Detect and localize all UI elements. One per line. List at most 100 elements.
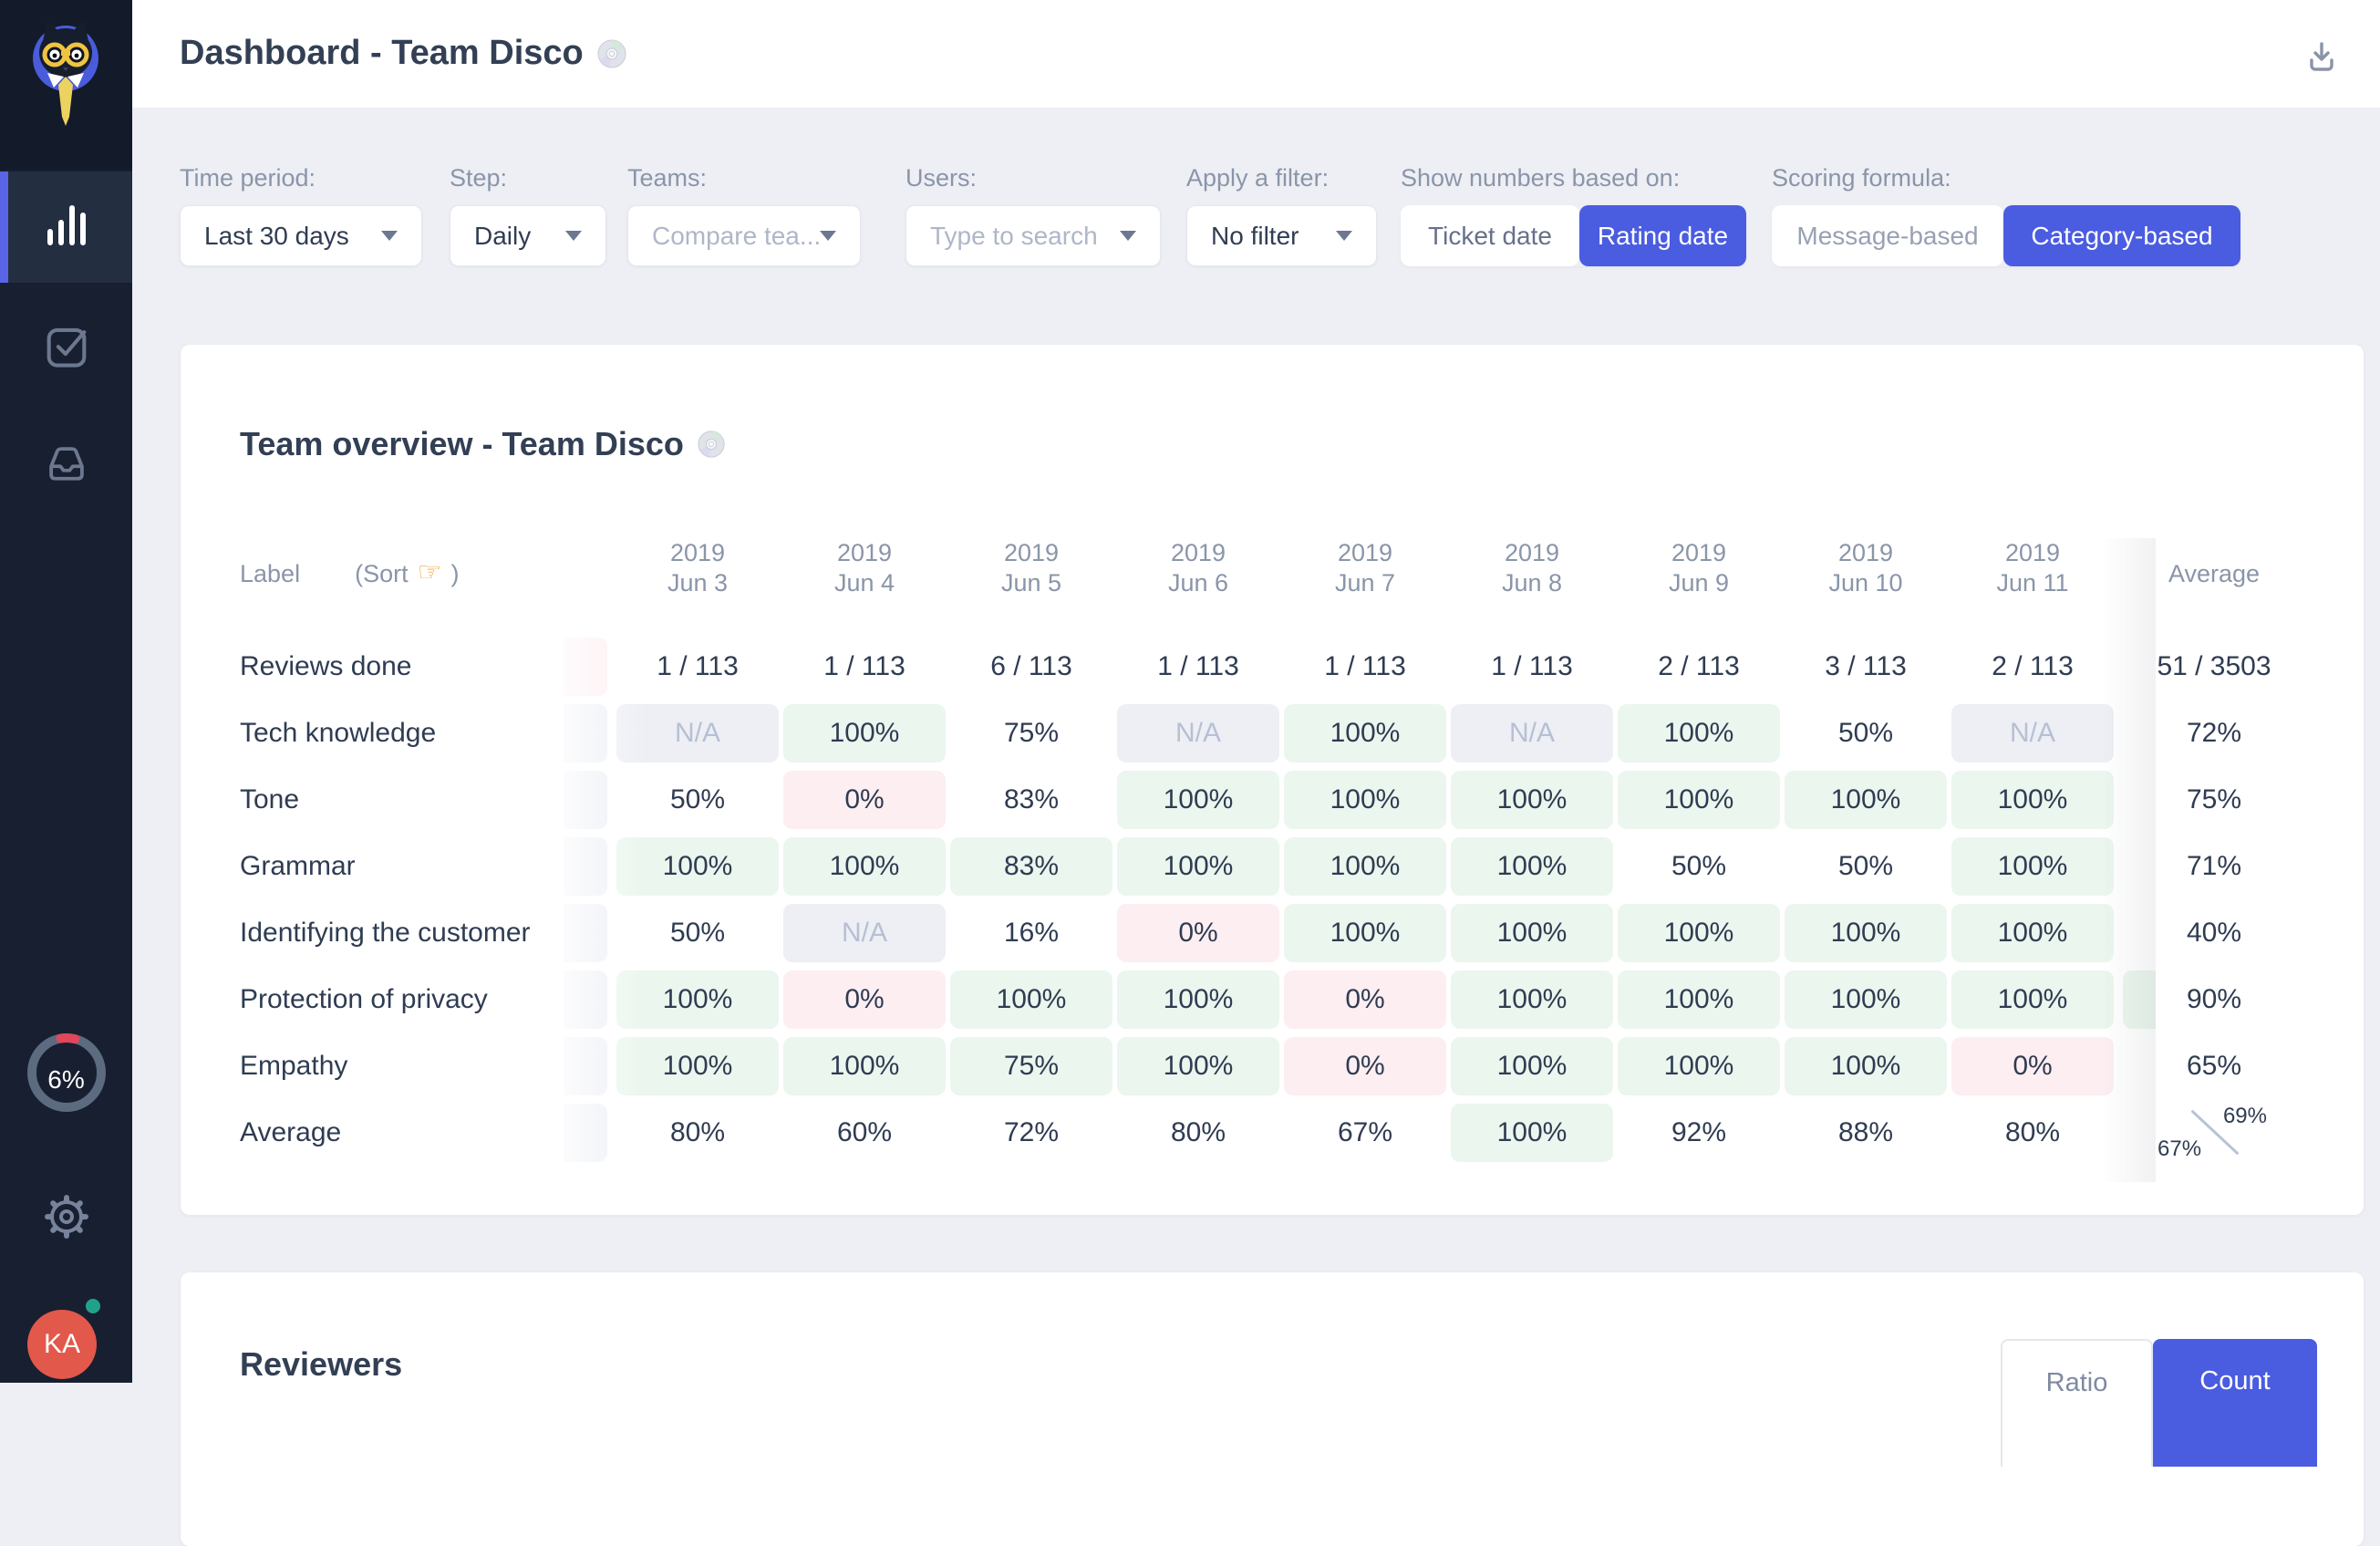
row-label[interactable]: Grammar xyxy=(240,837,356,896)
table-cell[interactable]: 88% xyxy=(1785,1104,1947,1162)
app-logo[interactable] xyxy=(0,0,132,170)
table-cell[interactable]: 100% xyxy=(1284,704,1446,763)
team-overview-card: Team overview - Team Disco 2019Jun 32019… xyxy=(181,345,2364,1215)
table-cell[interactable]: 100% xyxy=(1618,704,1780,763)
table-cell[interactable]: 100% xyxy=(1785,1037,1947,1095)
table-cell[interactable]: 0% xyxy=(1117,904,1279,962)
table-cell[interactable]: 100% xyxy=(1284,904,1446,962)
table-cell[interactable]: 75% xyxy=(950,1037,1112,1095)
row-label[interactable]: Identifying the customer xyxy=(240,904,531,962)
ticket-date-button[interactable]: Ticket date xyxy=(1401,205,1579,266)
row-label[interactable]: Average xyxy=(240,1104,341,1162)
table-cell[interactable]: 100% xyxy=(1284,837,1446,896)
table-cell[interactable]: 0% xyxy=(783,970,946,1029)
date-column-header: 2019Jun 4 xyxy=(783,538,946,598)
table-cell[interactable]: 83% xyxy=(950,837,1112,896)
table-cell[interactable]: 100% xyxy=(1951,904,2114,962)
row-label[interactable]: Protection of privacy xyxy=(240,970,488,1029)
table-cell[interactable]: 100% xyxy=(1451,1104,1613,1162)
table-cell[interactable]: 100% xyxy=(1117,970,1279,1029)
table-cell[interactable]: 100% xyxy=(1117,837,1279,896)
table-cell[interactable]: 100% xyxy=(1451,771,1613,829)
table-cell[interactable]: 75% xyxy=(950,704,1112,763)
table-cell[interactable]: N/A xyxy=(1951,704,2114,763)
count-toggle-button[interactable]: Count xyxy=(2153,1339,2317,1467)
check-square-icon xyxy=(44,323,89,368)
table-cell[interactable]: N/A xyxy=(1117,704,1279,763)
table-cell[interactable]: 1 / 113 xyxy=(1117,638,1279,696)
table-cell[interactable]: 80% xyxy=(1117,1104,1279,1162)
sidebar-item-inbox[interactable] xyxy=(0,440,132,489)
sidebar-item-settings[interactable] xyxy=(0,1191,132,1242)
table-cell[interactable]: 100% xyxy=(1451,904,1613,962)
table-cell[interactable]: 6 / 113 xyxy=(950,638,1112,696)
sort-pointer-icon: ☞ xyxy=(418,560,442,588)
table-cell[interactable]: 50% xyxy=(1785,704,1947,763)
table-cell[interactable]: 100% xyxy=(783,704,946,763)
table-cell[interactable]: 100% xyxy=(1284,771,1446,829)
table-cell[interactable]: 50% xyxy=(1785,837,1947,896)
row-label[interactable]: Reviews done xyxy=(240,638,411,696)
table-cell[interactable]: 0% xyxy=(1951,1037,2114,1095)
rating-date-button[interactable]: Rating date xyxy=(1579,205,1746,266)
table-cell[interactable]: 1 / 113 xyxy=(1451,638,1613,696)
user-avatar[interactable]: KA xyxy=(27,1310,97,1379)
table-cell[interactable]: 100% xyxy=(1951,970,2114,1029)
table-cell[interactable]: 1 / 113 xyxy=(1284,638,1446,696)
table-cell[interactable]: N/A xyxy=(1451,704,1613,763)
users-combobox[interactable] xyxy=(905,205,1161,266)
table-cell[interactable]: 100% xyxy=(1618,1037,1780,1095)
avatar-initials: KA xyxy=(44,1329,80,1360)
table-cell[interactable]: 2 / 113 xyxy=(1951,638,2114,696)
table-cell[interactable]: 50% xyxy=(1618,837,1780,896)
message-based-button[interactable]: Message-based xyxy=(1772,205,2003,266)
row-label[interactable]: Tech knowledge xyxy=(240,704,436,763)
row-label[interactable]: Tone xyxy=(240,771,299,829)
table-cell[interactable]: 1 / 113 xyxy=(783,638,946,696)
table-cell[interactable]: 0% xyxy=(783,771,946,829)
sidebar-item-dashboard[interactable] xyxy=(0,171,132,283)
table-cell[interactable]: 100% xyxy=(1451,837,1613,896)
table-cell[interactable]: 16% xyxy=(950,904,1112,962)
ratio-toggle-button[interactable]: Ratio xyxy=(2001,1339,2153,1467)
teams-combobox[interactable] xyxy=(627,205,861,266)
table-cell[interactable]: 100% xyxy=(1618,970,1780,1029)
table-cell[interactable]: 100% xyxy=(1785,970,1947,1029)
table-cell[interactable]: 100% xyxy=(1951,771,2114,829)
table-cell[interactable]: 2 / 113 xyxy=(1618,638,1780,696)
download-button[interactable] xyxy=(2296,31,2347,82)
table-cell[interactable]: 100% xyxy=(783,837,946,896)
table-cell[interactable]: 60% xyxy=(783,1104,946,1162)
table-cell[interactable]: 72% xyxy=(950,1104,1112,1162)
table-cell[interactable]: 100% xyxy=(950,970,1112,1029)
table-cell[interactable]: N/A xyxy=(783,904,946,962)
table-cell[interactable]: 100% xyxy=(1451,1037,1613,1095)
frozen-label-column: Label (Sort ☞ ) Reviews done Tech knowled… xyxy=(181,538,646,1182)
table-cell[interactable]: 92% xyxy=(1618,1104,1780,1162)
table-cell[interactable]: 100% xyxy=(1117,1037,1279,1095)
table-cell[interactable]: 100% xyxy=(1451,970,1613,1029)
table-cell[interactable]: 3 / 113 xyxy=(1785,638,1947,696)
step-dropdown[interactable]: Daily xyxy=(450,205,606,266)
users-input[interactable] xyxy=(930,222,1120,251)
teams-input[interactable] xyxy=(652,222,820,251)
table-cell[interactable]: 100% xyxy=(783,1037,946,1095)
table-cell[interactable]: 100% xyxy=(1785,771,1947,829)
category-based-button[interactable]: Category-based xyxy=(2003,205,2240,266)
table-cell[interactable]: 100% xyxy=(1618,904,1780,962)
row-label[interactable]: Empathy xyxy=(240,1037,347,1095)
apply-filter-dropdown[interactable]: No filter xyxy=(1186,205,1377,266)
table-cell[interactable]: 67% xyxy=(1284,1104,1446,1162)
table-cell[interactable]: 100% xyxy=(1117,771,1279,829)
sidebar-item-reviews[interactable] xyxy=(0,323,132,368)
table-cell[interactable]: 83% xyxy=(950,771,1112,829)
table-cell[interactable]: 0% xyxy=(1284,970,1446,1029)
progress-percent-label: 6% xyxy=(0,1065,132,1095)
table-cell[interactable]: 100% xyxy=(1951,837,2114,896)
table-cell[interactable]: 100% xyxy=(1618,771,1780,829)
label-column-header[interactable]: Label (Sort ☞ ) xyxy=(240,560,460,588)
table-cell[interactable]: 100% xyxy=(1785,904,1947,962)
table-cell[interactable]: 80% xyxy=(1951,1104,2114,1162)
table-cell[interactable]: 0% xyxy=(1284,1037,1446,1095)
time-period-dropdown[interactable]: Last 30 days xyxy=(180,205,422,266)
